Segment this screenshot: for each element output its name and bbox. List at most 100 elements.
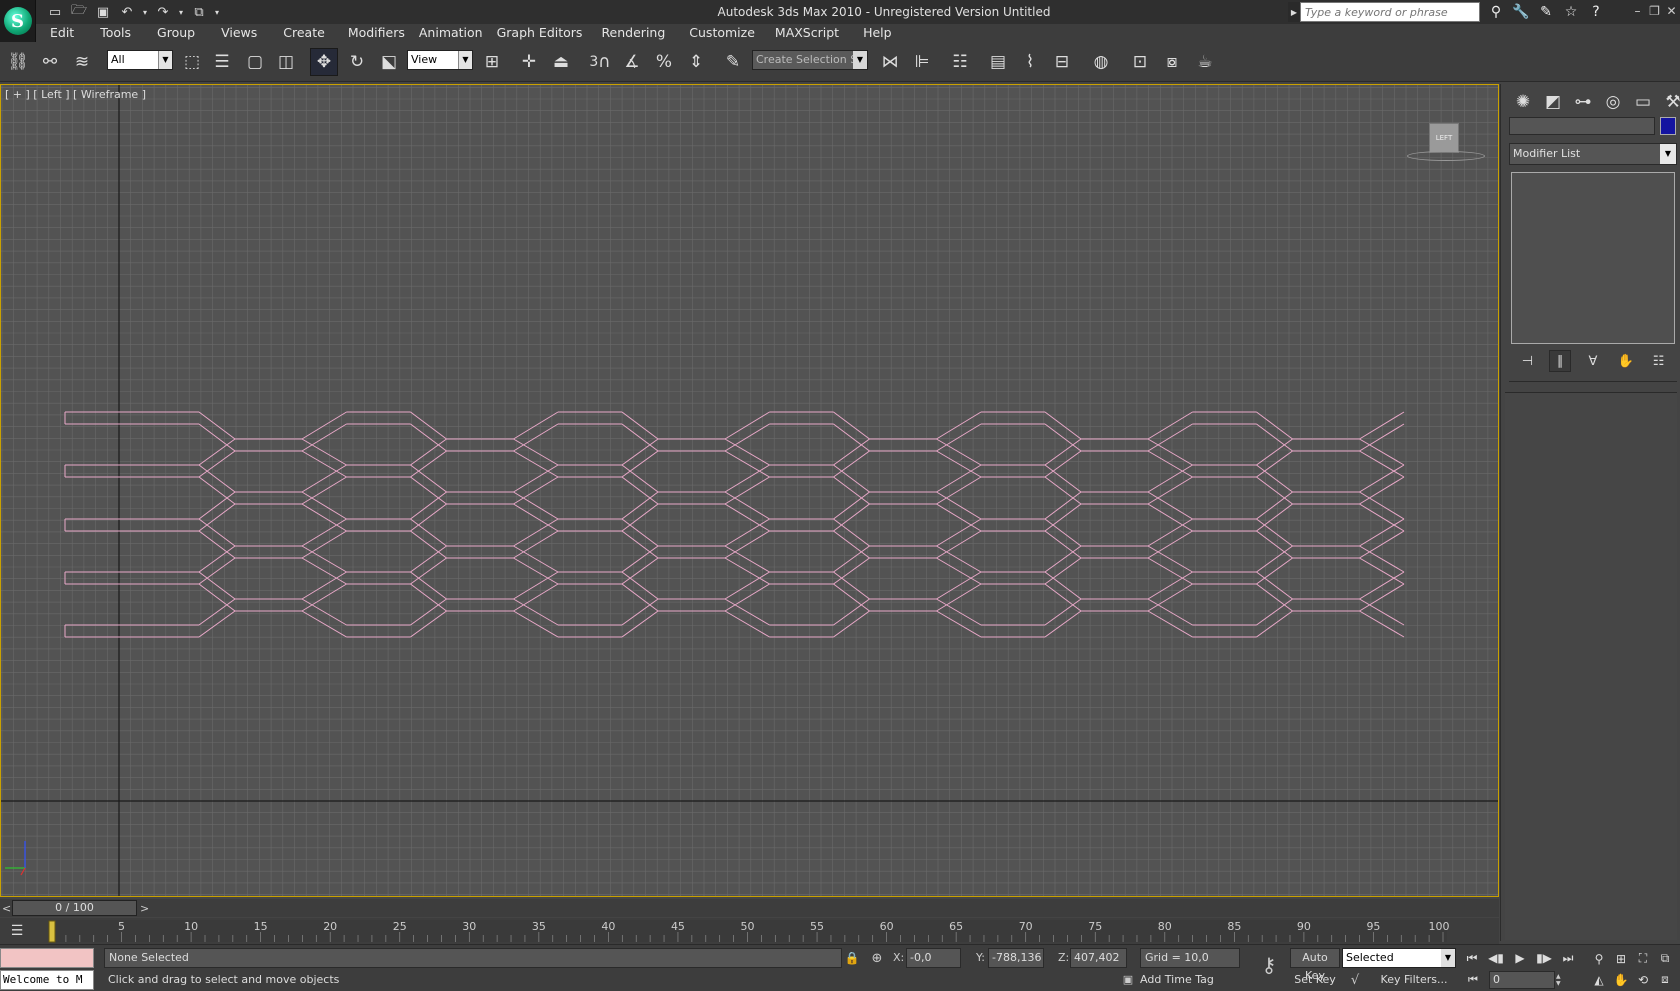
show-end-result-icon[interactable]: ∥ <box>1549 350 1572 372</box>
menu-maxscript[interactable]: MAXScript <box>775 24 839 42</box>
previous-frame-icon[interactable]: ◀▮ <box>1486 949 1506 967</box>
maximize-viewport-icon[interactable]: ⧈ <box>1654 969 1676 990</box>
set-key-button[interactable]: Set Key <box>1290 970 1340 990</box>
menu-modifiers[interactable]: Modifiers <box>348 24 405 42</box>
snaps-toggle-icon[interactable]: 3 ∩ <box>586 48 614 76</box>
schematic-view-icon[interactable]: ⊟ <box>1048 48 1076 76</box>
menu-tools[interactable]: Tools <box>100 24 131 42</box>
percent-snap-icon[interactable]: % <box>650 48 678 76</box>
window-crossing-icon[interactable]: ◫ <box>272 48 300 76</box>
menu-create[interactable]: Create <box>283 24 325 42</box>
maxscript-listener-input[interactable]: Welcome to M <box>0 970 94 990</box>
viewcube[interactable]: LEFT <box>1407 123 1485 167</box>
minimize-icon[interactable]: – <box>1630 2 1645 20</box>
viewcube-ring[interactable] <box>1407 151 1485 161</box>
undo-icon[interactable]: ↶ <box>116 2 138 22</box>
select-and-link-icon[interactable]: ⛓ <box>4 48 32 76</box>
communication-icon[interactable]: ✎ <box>1534 2 1558 22</box>
wireframe-mesh[interactable] <box>64 411 1405 638</box>
remove-modifier-icon[interactable]: ✋ <box>1615 350 1637 372</box>
frame-spinner-icon[interactable]: ▲ ▼ <box>1556 971 1564 989</box>
align-icon[interactable]: ⊫ <box>908 48 936 76</box>
menu-help[interactable]: Help <box>863 24 892 42</box>
time-slider-prev-icon[interactable]: < <box>2 899 12 917</box>
pin-stack-icon[interactable]: ⊣ <box>1516 350 1538 372</box>
select-and-move-icon[interactable]: ✥ <box>310 48 338 76</box>
menu-views[interactable]: Views <box>221 24 257 42</box>
pivot-center-icon[interactable]: ⊞ <box>478 48 506 76</box>
edit-named-selection-icon[interactable]: ✎ <box>719 48 747 76</box>
zoom-icon[interactable]: ⚲ <box>1588 948 1610 969</box>
next-frame-icon[interactable]: ▮▶ <box>1534 949 1554 967</box>
zoom-extents-all-icon[interactable]: ⧉ <box>1654 948 1676 969</box>
modify-tab-icon[interactable]: ◩ <box>1539 89 1567 115</box>
menu-customize[interactable]: Customize <box>689 24 755 42</box>
redo-icon[interactable]: ↷ <box>152 2 174 22</box>
redo-dropdown-icon[interactable]: ▾ <box>176 2 186 22</box>
select-object-icon[interactable]: ⬚ <box>178 48 206 76</box>
project-folder-icon[interactable]: ⧉ <box>188 2 210 22</box>
select-and-scale-icon[interactable]: ⬕ <box>375 48 403 76</box>
spinner-snap-icon[interactable]: ⇕ <box>682 48 710 76</box>
orbit-icon[interactable]: ⟲ <box>1632 969 1654 990</box>
maxscript-listener-output[interactable] <box>0 948 94 968</box>
track-bar[interactable]: 5 10 15 20 25 30 35 40 45 50 55 60 65 70 75 80 85 90 95 100… <box>0 918 1499 944</box>
keyboard-shortcut-override-icon[interactable]: ⏏ <box>547 48 575 76</box>
search-expand-icon[interactable]: ▶ <box>1288 2 1300 22</box>
bind-space-warp-icon[interactable]: ≋ <box>68 48 96 76</box>
render-setup-icon[interactable]: ⊡ <box>1126 48 1154 76</box>
key-mode-toggle-icon[interactable]: ⏮ <box>1463 971 1483 989</box>
rendered-frame-window-icon[interactable]: ⧇ <box>1158 48 1186 76</box>
x-coordinate-field[interactable]: -0,0 <box>906 948 961 968</box>
create-tab-icon[interactable]: ✺ <box>1509 89 1537 115</box>
lock-selection-icon[interactable]: 🔒 <box>843 949 861 967</box>
pan-view-icon[interactable]: ✋ <box>1610 969 1632 990</box>
restore-icon[interactable]: ❐ <box>1647 2 1662 20</box>
set-keys-icon[interactable]: ⚷ <box>1254 953 1284 977</box>
favorites-star-icon[interactable]: ☆ <box>1559 2 1583 22</box>
curve-editor-mini-icon[interactable]: ☰ <box>6 922 28 940</box>
default-in-out-tangent-icon[interactable]: √ <box>1345 970 1365 990</box>
application-button[interactable]: S <box>0 0 36 42</box>
help-icon[interactable]: ? <box>1584 2 1608 22</box>
select-and-rotate-icon[interactable]: ↻ <box>343 48 371 76</box>
key-mode-dropdown[interactable]: Selected ▼ <box>1342 948 1456 968</box>
field-of-view-icon[interactable]: ◭ <box>1588 969 1610 990</box>
rectangular-selection-icon[interactable]: ▢ <box>241 48 269 76</box>
z-coordinate-field[interactable]: 407,402 <box>1070 948 1127 968</box>
render-teapot-icon[interactable]: ☕ <box>1191 48 1219 76</box>
menu-graph-editors[interactable]: Graph Editors <box>497 24 583 42</box>
current-frame-field[interactable]: 0 <box>1489 971 1555 989</box>
time-slider-next-icon[interactable]: > <box>140 899 150 917</box>
reference-coordinate-dropdown[interactable]: View ▼ <box>407 50 473 70</box>
y-coordinate-field[interactable]: -788,136 <box>988 948 1044 968</box>
object-name-field[interactable] <box>1509 117 1655 135</box>
object-color-swatch[interactable] <box>1660 117 1676 135</box>
zoom-all-icon[interactable]: ⊞ <box>1610 948 1632 969</box>
search-input[interactable] <box>1300 2 1480 22</box>
mirror-icon[interactable]: ⋈ <box>876 48 904 76</box>
binoculars-icon[interactable]: ⚲ <box>1484 2 1508 22</box>
go-to-start-icon[interactable]: ⏮ <box>1462 949 1482 967</box>
absolute-mode-icon[interactable]: ⊕ <box>868 949 886 967</box>
make-unique-icon[interactable]: ∀ <box>1582 350 1604 372</box>
open-file-icon[interactable]: 🗁 <box>68 2 90 22</box>
time-tag-icon[interactable]: ▣ <box>1120 971 1136 987</box>
menu-edit[interactable]: Edit <box>50 24 74 42</box>
add-time-tag[interactable]: Add Time Tag <box>1140 971 1214 989</box>
named-selection-dropdown[interactable]: Create Selection Se ▼ <box>752 50 868 70</box>
display-tab-icon[interactable]: ▭ <box>1629 89 1657 115</box>
time-slider-thumb[interactable]: 0 / 100 <box>12 900 137 916</box>
modifier-stack[interactable] <box>1511 172 1675 344</box>
close-icon[interactable]: ✕ <box>1664 2 1679 20</box>
menu-animation[interactable]: Animation <box>419 24 483 42</box>
menu-rendering[interactable]: Rendering <box>601 24 665 42</box>
key-filters-button[interactable]: Key Filters... <box>1372 970 1456 990</box>
viewport-left[interactable]: [ + ] [ Left ] [ Wireframe ] LEFT <box>0 84 1499 897</box>
unlink-selection-icon[interactable]: ⚯ <box>36 48 64 76</box>
qat-dropdown-icon[interactable]: ▾ <box>212 2 222 22</box>
go-to-end-icon[interactable]: ⏭ <box>1558 949 1578 967</box>
material-editor-icon[interactable]: ◍ <box>1087 48 1115 76</box>
viewport-label[interactable]: [ + ] [ Left ] [ Wireframe ] <box>5 88 146 101</box>
play-icon[interactable]: ▶ <box>1510 949 1530 967</box>
